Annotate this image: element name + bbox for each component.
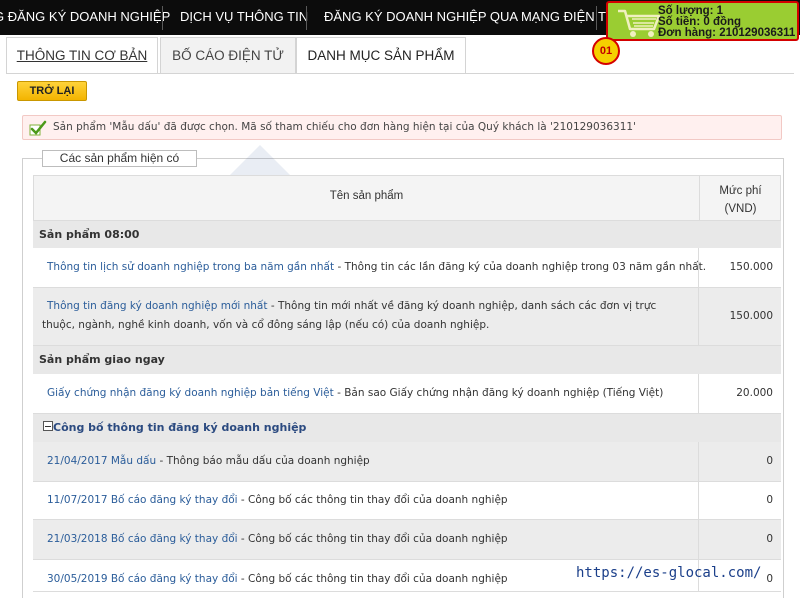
back-button[interactable]: TRỞ LẠI [17,81,87,101]
fee-value: 0 [766,573,773,585]
nav-item-dang-ky-qua-mang[interactable]: ĐĂNG KÝ DOANH NGHIỆP QUA MẠNG ĐIỆN TỬ [324,0,617,35]
nav-separator [596,6,597,30]
collapse-icon[interactable] [43,421,53,431]
selection-notice: Sản phẩm 'Mẫu dấu' đã được chọn. Mã số t… [22,115,782,140]
watermark-url: https://es-glocal.com/ [576,565,762,581]
fee-cell: 150.000 [698,248,781,287]
group-label: Sản phẩm giao ngay [39,353,165,366]
notice-text: Sản phẩm 'Mẫu dấu' đã được chọn. Mã số t… [53,121,636,133]
header-fee: Mức phí (VND) [699,182,782,218]
nav-item-dang-ky-doanh-nghiep[interactable]: G ĐĂNG KÝ DOANH NGHIỆP [0,0,170,35]
product-link[interactable]: Thông tin đăng ký doanh nghiệp mới nhất [42,300,268,312]
table-row: 21/03/2018 Bố cáo đăng ký thay đổi - Côn… [33,520,781,560]
group-label: Sản phẩm 08:00 [39,228,140,241]
product-desc: - Thông báo mẫu dấu của doanh nghiệp [156,455,370,467]
row-description: 21/04/2017 Mẫu dấu - Thông báo mẫu dấu c… [47,452,370,471]
tab-divider [6,73,794,74]
fee-cell: 0 [698,442,781,481]
nav-separator [162,6,163,30]
table-row: 11/07/2017 Bố cáo đăng ký thay đổi - Côn… [33,482,781,520]
product-desc: - Công bố các thông tin thay đổi của doa… [237,494,508,506]
cart-order-number: Đơn hàng: 210129036311 [658,27,796,39]
table-header-row: Tên sản phẩm Mức phí (VND) [33,175,781,221]
fee-value: 0 [766,455,773,467]
shopping-cart-icon [618,9,661,37]
row-description: 30/05/2019 Bố cáo đăng ký thay đổi - Côn… [47,570,508,589]
product-desc: - Công bố các thông tin thay đổi của doa… [237,573,508,585]
group-row: Sản phẩm giao ngay [33,346,781,374]
group-label[interactable]: Công bố thông tin đăng ký doanh nghiệp [53,421,306,434]
tab-danh-muc-san-pham[interactable]: DANH MỤC SẢN PHẨM [296,37,466,74]
fee-cell: 150.000 [698,288,781,345]
row-description: Thông tin đăng ký doanh nghiệp mới nhất … [42,297,687,335]
product-link[interactable]: 21/04/2017 Mẫu dấu [47,455,156,467]
group-row: Sản phẩm 08:00 [33,221,781,248]
tab-thong-tin-co-ban[interactable]: THÔNG TIN CƠ BẢN [6,37,158,73]
product-link[interactable]: 21/03/2018 Bố cáo đăng ký thay đổi [47,533,238,545]
fee-cell: 0 [698,520,781,559]
products-panel-legend: Các sản phẩm hiện có [42,150,197,167]
fee-value: 20.000 [736,387,773,399]
product-link[interactable]: Thông tin lịch sử doanh nghiệp trong ba … [47,261,334,273]
table-row: Thông tin đăng ký doanh nghiệp mới nhất … [33,288,781,346]
fee-value: 0 [766,533,773,545]
row-description: Giấy chứng nhận đăng ký doanh nghiệp bản… [47,384,663,403]
fee-value: 0 [766,494,773,506]
check-icon [29,120,47,136]
header-product-name: Tên sản phẩm [329,190,404,202]
row-description: Thông tin lịch sử doanh nghiệp trong ba … [47,258,706,277]
product-desc: - Bản sao Giấy chứng nhận đăng ký doanh … [333,387,664,399]
table-row: Giấy chứng nhận đăng ký doanh nghiệp bản… [33,374,781,414]
fee-cell: 20.000 [698,374,781,413]
nav-separator [306,6,307,30]
annotation-badge: 01 [592,37,620,65]
product-link[interactable]: 11/07/2017 Bố cáo đăng ký thay đổi [47,494,238,506]
product-link[interactable]: Giấy chứng nhận đăng ký doanh nghiệp bản… [47,387,334,399]
product-link[interactable]: 30/05/2019 Bố cáo đăng ký thay đổi [47,573,238,585]
tab-bo-cao-dien-tu[interactable]: BỐ CÁO ĐIỆN TỬ [160,37,296,73]
table-row: Thông tin lịch sử doanh nghiệp trong ba … [33,248,781,288]
row-description: 21/03/2018 Bố cáo đăng ký thay đổi - Côn… [47,530,508,549]
product-desc: - Thông tin các lần đăng ký của doanh ng… [334,261,707,273]
header-fee-line1: Mức phí [719,185,762,197]
product-desc: - Công bố các thông tin thay đổi của doa… [237,533,508,545]
fee-cell: 0 [698,482,781,519]
row-description: 11/07/2017 Bố cáo đăng ký thay đổi - Côn… [47,491,508,510]
fee-value: 150.000 [729,261,773,273]
fee-value: 150.000 [729,310,773,322]
header-fee-line2: (VND) [724,203,757,215]
group-row: Công bố thông tin đăng ký doanh nghiệp [33,414,781,442]
table-row: 21/04/2017 Mẫu dấu - Thông báo mẫu dấu c… [33,442,781,482]
nav-item-dich-vu-thong-tin[interactable]: DỊCH VỤ THÔNG TIN [180,0,308,35]
shopping-cart-summary[interactable]: Số lượng: 1 Số tiền: 0 đồng Đơn hàng: 21… [606,1,799,41]
